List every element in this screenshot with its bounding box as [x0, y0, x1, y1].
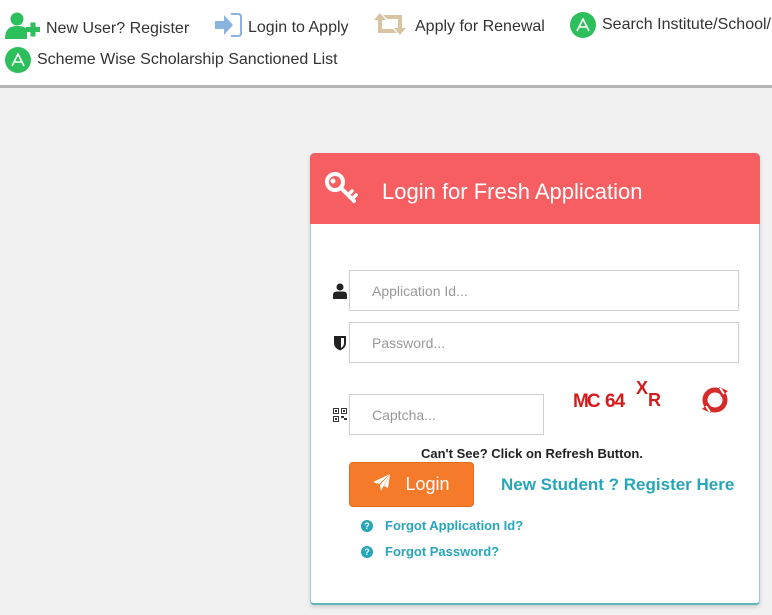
- svg-text:MC: MC: [573, 391, 601, 412]
- captcha-input[interactable]: [349, 394, 544, 435]
- login-label: Login: [405, 474, 450, 494]
- svg-text:X: X: [636, 378, 648, 398]
- password-input[interactable]: [349, 322, 739, 363]
- nav-label: Apply for Renewal: [415, 17, 545, 35]
- card-title: Login for Fresh Application: [382, 179, 643, 204]
- forgot-application-id-link[interactable]: ? Forgot Application Id?: [361, 518, 523, 533]
- circle-a-icon: [5, 47, 31, 73]
- login-card-header: Login for Fresh Application: [310, 153, 760, 224]
- password-row: [331, 322, 739, 363]
- key-icon: [324, 171, 364, 212]
- captcha-row: [331, 394, 544, 435]
- sign-in-icon: [214, 12, 242, 43]
- nav-new-user-register[interactable]: New User? Register: [4, 12, 189, 45]
- question-circle-icon: ?: [361, 545, 373, 558]
- circle-a-icon: [570, 12, 596, 38]
- captcha-hint: Can't See? Click on Refresh Button.: [421, 446, 643, 461]
- question-circle-icon: ?: [361, 519, 373, 532]
- application-id-row: [331, 270, 739, 311]
- top-navigation: New User? Register Login to Apply Apply …: [0, 0, 772, 88]
- captcha-image: MC 64 X R: [573, 376, 673, 412]
- nav-apply-for-renewal[interactable]: Apply for Renewal: [373, 12, 545, 41]
- nav-scheme-wise-list[interactable]: Scheme Wise Scholarship Sanctioned List: [5, 47, 338, 73]
- forgot-password-link[interactable]: ? Forgot Password?: [361, 544, 499, 559]
- retweet-icon: [373, 12, 407, 41]
- nav-login-to-apply[interactable]: Login to Apply: [214, 12, 349, 43]
- svg-text:R: R: [648, 390, 661, 410]
- nav-search-institute[interactable]: Search Institute/School/I: [570, 12, 772, 38]
- paper-plane-icon: [373, 473, 391, 496]
- refresh-captcha-icon[interactable]: [701, 386, 729, 419]
- user-plus-icon: [4, 12, 42, 45]
- qrcode-icon: [331, 406, 349, 424]
- login-button[interactable]: Login: [349, 462, 474, 507]
- nav-label: Login to Apply: [248, 18, 349, 36]
- forgot-application-id-label: Forgot Application Id?: [385, 518, 524, 533]
- nav-label: New User? Register: [46, 19, 190, 37]
- user-icon: [331, 282, 349, 300]
- nav-label: Search Institute/School/I: [602, 16, 772, 33]
- nav-label: Scheme Wise Scholarship Sanctioned List: [37, 51, 338, 68]
- svg-text:64: 64: [605, 391, 626, 412]
- login-card: Login for Fresh Application Application …: [310, 153, 760, 605]
- shield-icon: [331, 334, 349, 352]
- new-student-register-link[interactable]: New Student ? Register Here: [501, 475, 734, 495]
- forgot-password-label: Forgot Password?: [385, 544, 500, 559]
- application-id-input[interactable]: [349, 270, 739, 311]
